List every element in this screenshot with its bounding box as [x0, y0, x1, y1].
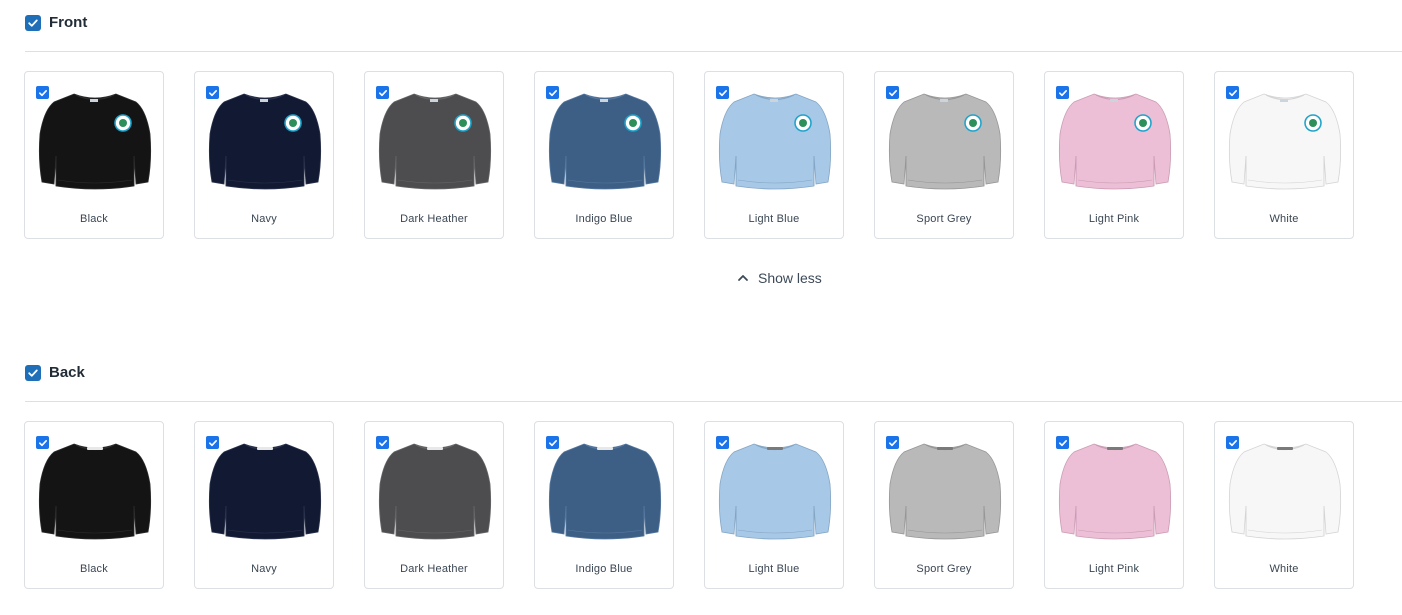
variant-label: Navy	[251, 563, 277, 575]
check-icon	[208, 89, 217, 96]
variant-label: Sport Grey	[916, 213, 972, 225]
variant-card[interactable]: Indigo Blue	[534, 71, 674, 239]
variant-checkbox[interactable]	[1226, 436, 1239, 449]
variant-checkbox[interactable]	[206, 86, 219, 99]
variant-checkbox[interactable]	[886, 86, 899, 99]
variant-card[interactable]: Black	[24, 421, 164, 589]
variant-checkbox[interactable]	[716, 436, 729, 449]
variant-label: White	[1269, 563, 1299, 575]
sweatshirt-image	[208, 443, 322, 540]
sweatshirt-image	[888, 93, 1002, 190]
sweatshirt-image	[208, 93, 322, 190]
variant-label: Indigo Blue	[575, 563, 633, 575]
variant-card[interactable]: Dark Heather	[364, 421, 504, 589]
sweatshirt-image	[1058, 93, 1172, 190]
variant-card[interactable]: Sport Grey	[874, 71, 1014, 239]
sweatshirt-image	[1058, 443, 1172, 540]
variant-label: Light Blue	[748, 563, 800, 575]
divider	[25, 401, 1402, 402]
variant-label: Light Blue	[748, 213, 800, 225]
divider	[25, 51, 1402, 52]
front-header: Front	[25, 15, 87, 31]
check-icon	[208, 439, 217, 446]
sweatshirt-image	[378, 443, 492, 540]
variant-card[interactable]: Indigo Blue	[534, 421, 674, 589]
check-icon	[1058, 89, 1067, 96]
variant-checkbox[interactable]	[716, 86, 729, 99]
sweatshirt-image	[1228, 93, 1342, 190]
variant-card[interactable]: Light Pink	[1044, 71, 1184, 239]
variant-checkbox[interactable]	[546, 86, 559, 99]
variant-label: Light Pink	[1088, 563, 1140, 575]
variant-checkbox[interactable]	[1226, 86, 1239, 99]
variant-card[interactable]: Sport Grey	[874, 421, 1014, 589]
variant-label: Black	[80, 213, 108, 225]
variant-checkbox[interactable]	[376, 436, 389, 449]
check-icon	[718, 439, 727, 446]
variant-card[interactable]: Light Blue	[704, 421, 844, 589]
variant-label: Sport Grey	[916, 563, 972, 575]
show-less-button[interactable]: Show less	[736, 270, 822, 286]
variant-label: Black	[80, 563, 108, 575]
check-icon	[548, 439, 557, 446]
variant-checkbox[interactable]	[376, 86, 389, 99]
variant-label: Indigo Blue	[575, 213, 633, 225]
variant-checkbox[interactable]	[546, 436, 559, 449]
variant-card[interactable]: White	[1214, 71, 1354, 239]
sweatshirt-image	[718, 443, 832, 540]
section-title: Front	[49, 14, 88, 31]
variant-checkbox[interactable]	[206, 436, 219, 449]
check-icon	[718, 89, 727, 96]
sweatshirt-image	[548, 443, 662, 540]
chevron-up-icon	[738, 275, 748, 281]
variant-label: Dark Heather	[400, 563, 468, 575]
variant-card[interactable]: Dark Heather	[364, 71, 504, 239]
sweatshirt-image	[378, 93, 492, 190]
sweatshirt-image	[718, 93, 832, 190]
variant-card[interactable]: Light Pink	[1044, 421, 1184, 589]
variant-checkbox[interactable]	[1056, 86, 1069, 99]
variant-label: Dark Heather	[400, 213, 468, 225]
back-select-all-checkbox[interactable]	[25, 365, 41, 381]
variant-checkbox[interactable]	[1056, 436, 1069, 449]
check-icon	[378, 89, 387, 96]
show-less-label: Show less	[758, 270, 822, 286]
check-icon	[888, 439, 897, 446]
check-icon	[548, 89, 557, 96]
check-icon	[28, 369, 38, 377]
back-header: Back	[25, 365, 85, 381]
check-icon	[28, 19, 38, 27]
check-icon	[1228, 439, 1237, 446]
variant-checkbox[interactable]	[36, 436, 49, 449]
check-icon	[1058, 439, 1067, 446]
variant-card[interactable]: Light Blue	[704, 71, 844, 239]
check-icon	[1228, 89, 1237, 96]
section-title: Back	[49, 364, 85, 381]
variant-card[interactable]: Black	[24, 71, 164, 239]
variant-label: Navy	[251, 213, 277, 225]
variant-label: Light Pink	[1088, 213, 1140, 225]
check-icon	[378, 439, 387, 446]
variant-card[interactable]: Navy	[194, 71, 334, 239]
check-icon	[38, 89, 47, 96]
sweatshirt-image	[1228, 443, 1342, 540]
variant-card[interactable]: Navy	[194, 421, 334, 589]
variant-label: White	[1269, 213, 1299, 225]
variant-checkbox[interactable]	[886, 436, 899, 449]
variant-checkbox[interactable]	[36, 86, 49, 99]
variant-card[interactable]: White	[1214, 421, 1354, 589]
check-icon	[38, 439, 47, 446]
sweatshirt-image	[38, 93, 152, 190]
sweatshirt-image	[548, 93, 662, 190]
sweatshirt-image	[38, 443, 152, 540]
check-icon	[888, 89, 897, 96]
front-select-all-checkbox[interactable]	[25, 15, 41, 31]
sweatshirt-image	[888, 443, 1002, 540]
